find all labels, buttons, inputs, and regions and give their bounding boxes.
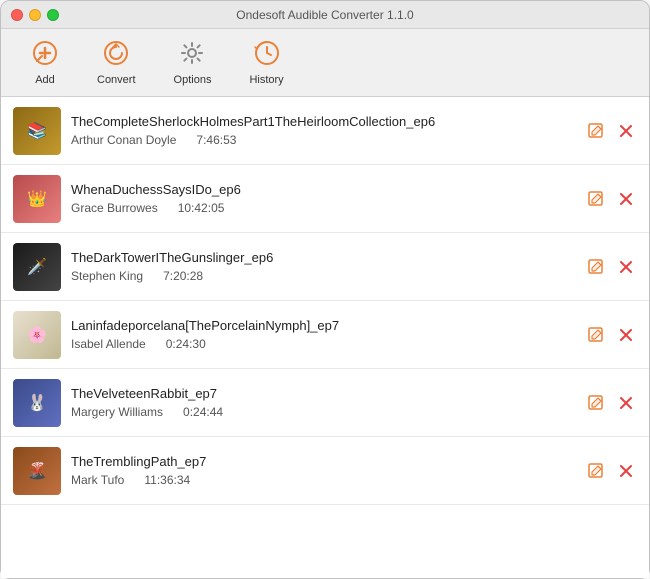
title-bar: Ondesoft Audible Converter 1.1.0 <box>1 1 649 29</box>
convert-label: Convert <box>97 74 136 86</box>
book-author: Mark Tufo <box>71 473 124 487</box>
edit-button[interactable] <box>585 392 607 414</box>
edit-button[interactable] <box>585 324 607 346</box>
book-info: TheVelveteenRabbit_ep7 Margery Williams … <box>71 386 575 419</box>
close-button[interactable] <box>11 9 23 21</box>
book-actions <box>585 256 637 278</box>
history-icon <box>253 39 281 71</box>
cover-art: 🐰 <box>13 379 61 427</box>
book-info: TheDarkTowerITheGunslinger_ep6 Stephen K… <box>71 250 575 283</box>
book-cover: 🐰 <box>13 379 61 427</box>
cover-art: 👑 <box>13 175 61 223</box>
book-info: WhenaDuchessSaysIDo_ep6 Grace Burrowes 1… <box>71 182 575 215</box>
table-row: 🗡️ TheDarkTowerITheGunslinger_ep6 Stephe… <box>1 233 649 301</box>
cover-art: 🗡️ <box>13 243 61 291</box>
delete-button[interactable] <box>615 256 637 278</box>
book-actions <box>585 324 637 346</box>
options-button[interactable]: Options <box>160 35 226 90</box>
book-list: 📚 TheCompleteSherlockHolmesPart1TheHeirl… <box>1 97 649 578</box>
window-title: Ondesoft Audible Converter 1.1.0 <box>236 8 413 22</box>
table-row: 👑 WhenaDuchessSaysIDo_ep6 Grace Burrowes… <box>1 165 649 233</box>
book-meta: Grace Burrowes 10:42:05 <box>71 201 575 215</box>
book-duration: 7:46:53 <box>196 133 236 147</box>
edit-button[interactable] <box>585 256 607 278</box>
book-duration: 11:36:34 <box>144 473 190 487</box>
table-row: 🐰 TheVelveteenRabbit_ep7 Margery William… <box>1 369 649 437</box>
book-meta: Isabel Allende 0:24:30 <box>71 337 575 351</box>
delete-button[interactable] <box>615 188 637 210</box>
minimize-button[interactable] <box>29 9 41 21</box>
book-meta: Arthur Conan Doyle 7:46:53 <box>71 133 575 147</box>
history-label: History <box>249 74 283 86</box>
book-author: Grace Burrowes <box>71 201 158 215</box>
table-row: 📚 TheCompleteSherlockHolmesPart1TheHeirl… <box>1 97 649 165</box>
options-label: Options <box>174 74 212 86</box>
book-duration: 10:42:05 <box>178 201 225 215</box>
book-meta: Mark Tufo 11:36:34 <box>71 473 575 487</box>
book-duration: 0:24:44 <box>183 405 223 419</box>
book-actions <box>585 460 637 482</box>
book-cover: 🗡️ <box>13 243 61 291</box>
book-title: Laninfadeporcelana[ThePorcelainNymph]_ep… <box>71 318 575 333</box>
traffic-lights <box>11 9 59 21</box>
book-actions <box>585 188 637 210</box>
book-meta: Stephen King 7:20:28 <box>71 269 575 283</box>
book-cover: 🌸 <box>13 311 61 359</box>
book-actions <box>585 392 637 414</box>
book-author: Margery Williams <box>71 405 163 419</box>
book-info: TheCompleteSherlockHolmesPart1TheHeirloo… <box>71 114 575 147</box>
options-icon <box>178 39 206 71</box>
book-cover: 🌋 <box>13 447 61 495</box>
cover-art: 🌸 <box>13 311 61 359</box>
book-cover: 👑 <box>13 175 61 223</box>
delete-button[interactable] <box>615 460 637 482</box>
maximize-button[interactable] <box>47 9 59 21</box>
cover-art: 📚 <box>13 107 61 155</box>
add-button[interactable]: Add <box>17 35 73 90</box>
add-icon <box>31 39 59 71</box>
book-actions <box>585 120 637 142</box>
book-meta: Margery Williams 0:24:44 <box>71 405 575 419</box>
book-duration: 7:20:28 <box>163 269 203 283</box>
delete-button[interactable] <box>615 324 637 346</box>
table-row: 🌋 TheTremblingPath_ep7 Mark Tufo 11:36:3… <box>1 437 649 505</box>
book-title: TheCompleteSherlockHolmesPart1TheHeirloo… <box>71 114 575 129</box>
convert-button[interactable]: Convert <box>83 35 150 90</box>
table-row: 🌸 Laninfadeporcelana[ThePorcelainNymph]_… <box>1 301 649 369</box>
book-duration: 0:24:30 <box>166 337 206 351</box>
book-title: TheDarkTowerITheGunslinger_ep6 <box>71 250 575 265</box>
add-label: Add <box>35 74 55 86</box>
toolbar: Add Convert Options <box>1 29 649 97</box>
book-info: Laninfadeporcelana[ThePorcelainNymph]_ep… <box>71 318 575 351</box>
book-info: TheTremblingPath_ep7 Mark Tufo 11:36:34 <box>71 454 575 487</box>
book-author: Arthur Conan Doyle <box>71 133 176 147</box>
history-button[interactable]: History <box>235 35 297 90</box>
edit-button[interactable] <box>585 188 607 210</box>
edit-button[interactable] <box>585 120 607 142</box>
delete-button[interactable] <box>615 392 637 414</box>
book-cover: 📚 <box>13 107 61 155</box>
edit-button[interactable] <box>585 460 607 482</box>
delete-button[interactable] <box>615 120 637 142</box>
cover-art: 🌋 <box>13 447 61 495</box>
convert-icon <box>102 39 130 71</box>
book-author: Isabel Allende <box>71 337 146 351</box>
book-title: TheVelveteenRabbit_ep7 <box>71 386 575 401</box>
book-title: TheTremblingPath_ep7 <box>71 454 575 469</box>
book-title: WhenaDuchessSaysIDo_ep6 <box>71 182 575 197</box>
book-author: Stephen King <box>71 269 143 283</box>
